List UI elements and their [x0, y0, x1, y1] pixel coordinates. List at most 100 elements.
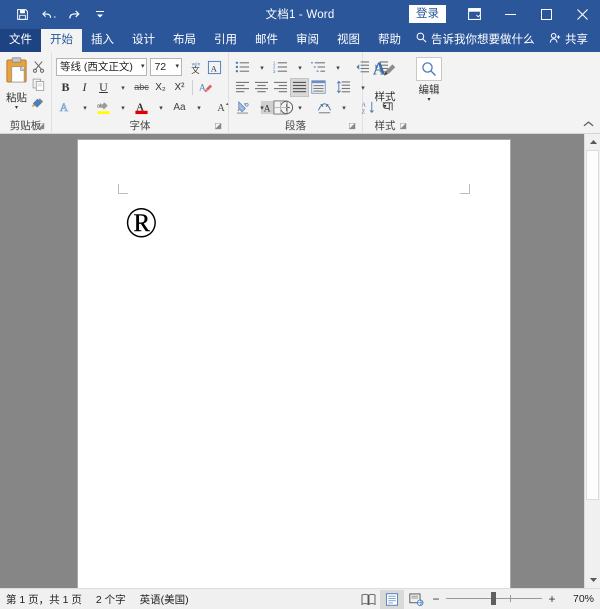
scroll-up-arrow-icon[interactable] — [585, 134, 600, 150]
ribbon-display-options-icon[interactable] — [456, 0, 492, 28]
tab-design[interactable]: 设计 — [123, 29, 164, 52]
document-page[interactable]: ® — [78, 140, 510, 588]
ribbon-group-font: 等线 (西文正文) ▾ 72 ▾ wén 文 A B I U ▾ abc X₂ … — [52, 52, 294, 134]
tab-file[interactable]: 文件 — [0, 29, 41, 52]
scroll-down-arrow-icon[interactable] — [585, 572, 600, 588]
language-indicator[interactable]: 英语(美国) — [140, 592, 189, 607]
ribbon-group-paragraph: ▾ 123 ▾ ▾ ▾ ▾ ▾ ▾ A Z 段落 ◪ — [229, 52, 393, 134]
tab-references[interactable]: 引用 — [205, 29, 246, 52]
borders-dropdown-icon[interactable]: ▾ — [290, 98, 309, 117]
strikethrough-button[interactable]: abc — [132, 78, 151, 97]
justify-icon[interactable] — [290, 77, 309, 97]
ribbon-group-clipboard: 粘贴 ▾ 剪贴板 ◪ — [0, 52, 52, 134]
paste-icon — [4, 57, 29, 89]
font-name-dropdown-icon[interactable]: ▾ — [139, 59, 145, 75]
highlight-dropdown-icon[interactable]: ▾ — [113, 98, 132, 117]
shading-dropdown-icon[interactable]: ▾ — [252, 98, 271, 117]
font-color-dropdown-icon[interactable]: ▾ — [151, 98, 170, 117]
text-effects-icon[interactable]: A — [56, 98, 75, 117]
font-color-icon[interactable]: A — [132, 98, 151, 117]
customize-qat-icon[interactable] — [88, 3, 112, 25]
styles-dropdown-icon[interactable]: ▾ — [383, 104, 386, 110]
underline-button[interactable]: U — [94, 78, 113, 97]
word-count[interactable]: 2 个字 — [96, 592, 126, 607]
align-left-icon[interactable] — [233, 78, 252, 97]
share-button[interactable]: 共享 — [543, 27, 600, 52]
bullets-icon[interactable] — [233, 58, 252, 77]
tab-insert[interactable]: 插入 — [82, 29, 123, 52]
align-center-icon[interactable] — [252, 78, 271, 97]
editing-dropdown-icon[interactable]: ▾ — [427, 97, 430, 103]
editing-button[interactable]: 编辑 ▾ — [411, 55, 447, 119]
font-group-label-text: 字体 — [129, 120, 151, 132]
italic-button[interactable]: I — [75, 78, 94, 97]
paragraph-dialog-launcher-icon[interactable]: ◪ — [348, 118, 356, 133]
styles-button[interactable]: A 样式 ▾ — [367, 55, 403, 119]
print-layout-button[interactable] — [380, 589, 404, 609]
tab-review[interactable]: 审阅 — [287, 29, 328, 52]
tab-view[interactable]: 视图 — [328, 29, 369, 52]
change-case-dropdown-icon[interactable]: ▾ — [189, 98, 208, 117]
font-size-dropdown-icon[interactable]: ▾ — [173, 59, 179, 75]
clipboard-dialog-launcher-icon[interactable]: ◪ — [37, 118, 45, 133]
highlight-color-icon[interactable]: ab — [94, 98, 113, 117]
copy-icon[interactable] — [29, 76, 47, 93]
web-layout-button[interactable] — [404, 590, 428, 609]
numbering-dropdown-icon[interactable]: ▾ — [290, 58, 309, 77]
underline-dropdown-icon[interactable]: ▾ — [113, 78, 132, 97]
close-button[interactable] — [564, 0, 600, 28]
tab-help[interactable]: 帮助 — [369, 29, 410, 52]
distribute-icon[interactable] — [309, 78, 328, 97]
vertical-scrollbar[interactable] — [584, 134, 600, 588]
undo-icon[interactable] — [36, 3, 60, 25]
line-spacing-icon[interactable] — [334, 78, 353, 97]
cut-icon[interactable] — [29, 58, 47, 75]
text-effects-dropdown-icon[interactable]: ▾ — [75, 98, 94, 117]
paste-button[interactable]: 粘贴 ▾ — [4, 55, 29, 119]
phonetic-guide-icon[interactable]: wén 文 — [186, 58, 205, 77]
bold-button[interactable]: B — [56, 78, 75, 97]
change-case-button[interactable]: Aa — [170, 98, 189, 117]
align-right-icon[interactable] — [271, 78, 290, 97]
save-icon[interactable] — [10, 3, 34, 25]
zoom-in-button[interactable]: + — [544, 592, 560, 606]
tell-me-search[interactable]: 告诉我你想要做什么 — [410, 27, 543, 52]
shading-icon[interactable] — [233, 98, 252, 117]
multilevel-dropdown-icon[interactable]: ▾ — [328, 58, 347, 77]
document-canvas[interactable]: ® — [0, 134, 584, 588]
bullets-dropdown-icon[interactable]: ▾ — [252, 58, 271, 77]
format-painter-icon[interactable] — [29, 94, 47, 111]
read-mode-button[interactable] — [356, 590, 380, 609]
superscript-button[interactable]: X² — [170, 78, 189, 97]
zoom-slider[interactable] — [446, 591, 542, 607]
multilevel-list-icon[interactable] — [309, 58, 328, 77]
redo-icon[interactable] — [62, 3, 86, 25]
tab-layout[interactable]: 布局 — [164, 29, 205, 52]
borders-icon[interactable] — [271, 98, 290, 117]
zoom-level-label[interactable]: 70% — [560, 593, 594, 605]
page-indicator[interactable]: 第 1 页，共 1 页 — [6, 592, 82, 607]
character-border-icon[interactable]: A — [205, 58, 224, 77]
styles-dialog-launcher-icon[interactable]: ◪ — [399, 118, 407, 133]
zoom-slider-thumb[interactable] — [491, 592, 496, 605]
numbering-icon[interactable]: 123 — [271, 58, 290, 77]
tab-mailings[interactable]: 邮件 — [246, 29, 287, 52]
subscript-button[interactable]: X₂ — [151, 78, 170, 97]
chinese-layout-icon[interactable] — [315, 98, 334, 117]
signin-button[interactable]: 登录 — [409, 5, 446, 23]
svg-text:文: 文 — [191, 65, 200, 75]
maximize-button[interactable] — [528, 0, 564, 28]
document-text[interactable]: ® — [125, 200, 158, 248]
paste-dropdown-icon[interactable]: ▾ — [15, 105, 18, 111]
tab-home[interactable]: 开始 — [41, 29, 82, 52]
minimize-button[interactable] — [492, 0, 528, 28]
font-name-combo[interactable]: 等线 (西文正文) ▾ — [56, 58, 148, 76]
collapse-ribbon-icon[interactable] — [580, 117, 596, 131]
font-size-combo[interactable]: 72 ▾ — [150, 58, 182, 76]
font-dialog-launcher-icon[interactable]: ◪ — [214, 118, 222, 133]
scrollbar-thumb[interactable] — [586, 150, 599, 500]
chinese-layout-dropdown-icon[interactable]: ▾ — [334, 98, 353, 117]
font-group-label: 字体 ◪ — [56, 119, 224, 134]
zoom-out-button[interactable]: − — [428, 592, 444, 606]
clear-formatting-icon[interactable]: A — [196, 78, 215, 97]
